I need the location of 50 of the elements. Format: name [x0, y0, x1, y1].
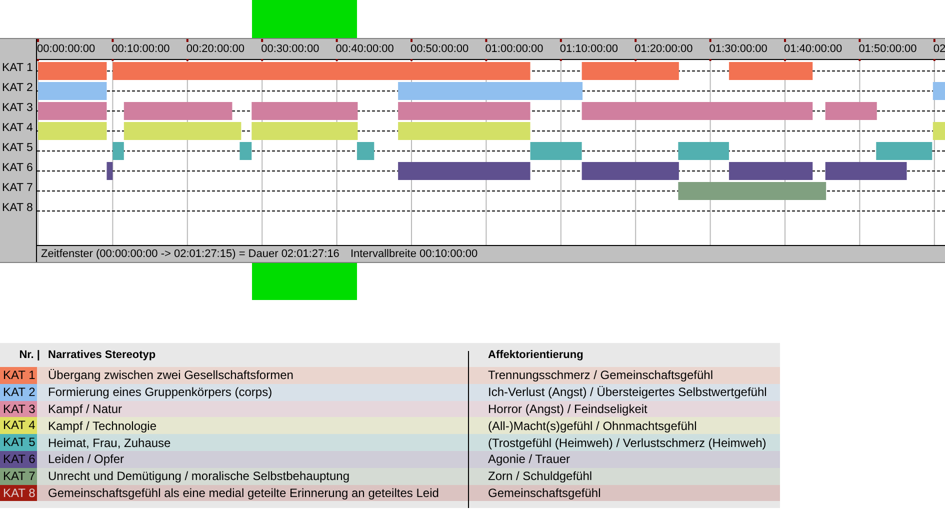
column-header: Affektorientierung — [488, 348, 584, 363]
affect-text: (Trostgefühl (Heimweh) / Verlustschmerz (Heimweh) — [488, 434, 766, 452]
row-label: KAT 7 — [1, 181, 34, 196]
stereotype-text: Unrecht und Demütigung / moralische Selbstbehauptung — [48, 468, 351, 486]
row-label: KAT 4 — [1, 121, 34, 136]
affect-text: Zorn / Schuldgefühl — [488, 468, 592, 486]
row-label: KAT 3 — [1, 101, 34, 116]
category-badge: KAT 7 — [0, 468, 37, 485]
tick-label: 01:20:00:00 — [634, 43, 693, 55]
affect-text: Trennungsschmerz / Gemeinschaftsgefühl — [488, 367, 713, 384]
interval-text: Intervallbreite 00:10:00:00 — [350, 246, 478, 262]
category-badge: KAT 2 — [0, 384, 37, 401]
row-label: KAT 6 — [1, 161, 34, 176]
row-label: KAT 2 — [1, 81, 34, 96]
stereotype-text: Gemeinschaftsgefühl als eine medial geteilte Erinnerung an geteiltes Leid — [48, 484, 440, 502]
column-header: Nr. | — [18, 348, 41, 363]
column-header: Narratives Stereotyp — [48, 348, 157, 363]
row-label: KAT 5 — [1, 141, 34, 156]
stereotype-text: Formierung eines Gruppenkörpers (corps) — [48, 384, 274, 402]
tick-label: 00:50:00:00 — [410, 43, 469, 55]
affect-text: Agonie / Trauer — [488, 451, 570, 468]
tick-label: 02 — [933, 43, 945, 55]
tick-label: 00:00:00:00 — [37, 43, 96, 55]
category-badge: KAT 1 — [0, 367, 37, 384]
affect-text: Gemeinschaftsgefühl — [488, 484, 601, 502]
category-badge: KAT 4 — [0, 417, 37, 434]
row-label: KAT 8 — [1, 201, 34, 216]
tick-label: 00:10:00:00 — [112, 43, 170, 55]
stereotype-text: Heimat, Frau, Zuhause — [48, 434, 172, 452]
category-badge: KAT 8 — [0, 484, 37, 502]
tick-label: 01:30:00:00 — [709, 43, 768, 55]
stereotype-text: Kampf / Natur — [48, 401, 124, 418]
tick-label: 00:20:00:00 — [186, 43, 245, 55]
tick-label: 01:00:00:00 — [485, 43, 544, 55]
affect-text: (All-)Macht(s)gefühl / Ohnmachtsgefühl — [488, 418, 697, 435]
time-window-text: Zeitfenster (00:00:00:00 -> 02:01:27:15) = Dauer 02:01:27:16 — [41, 246, 340, 262]
tick-label: 01:10:00:00 — [560, 43, 618, 55]
tick-label: 01:50:00:00 — [858, 43, 917, 55]
row-label: KAT 1 — [1, 61, 34, 76]
category-badge: KAT 6 — [0, 450, 37, 468]
tick-label: 00:40:00:00 — [336, 43, 394, 55]
category-badge: KAT 3 — [0, 400, 37, 418]
tick-label: 01:40:00:00 — [784, 43, 842, 55]
tick-label: 00:30:00:00 — [261, 43, 320, 55]
affect-text: Horror (Angst) / Feindseligkeit — [488, 401, 648, 418]
stereotype-text: Übergang zwischen zwei Gesellschaftsformen — [48, 367, 294, 384]
affect-text: Ich-Verlust (Angst) / Übersteigertes Selbstwertgefühl — [488, 384, 767, 402]
category-badge: KAT 5 — [0, 434, 37, 451]
stereotype-text: Kampf / Technologie — [48, 418, 158, 435]
stereotype-text: Leiden / Opfer — [48, 451, 126, 468]
